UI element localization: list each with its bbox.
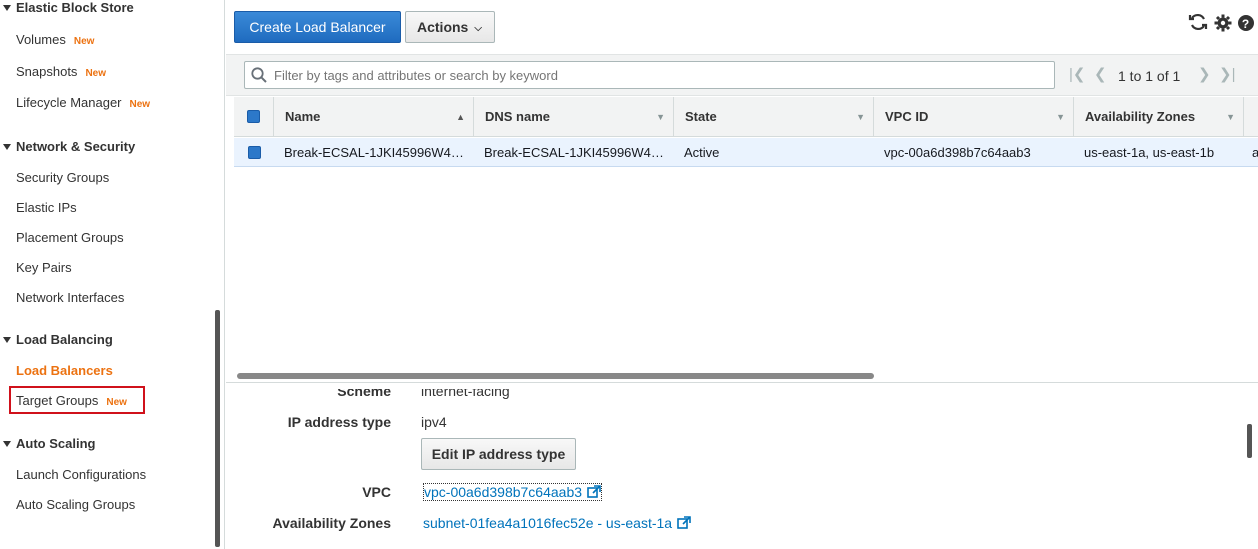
sidebar-item-auto-scaling-groups[interactable]: Auto Scaling Groups — [16, 497, 135, 512]
refresh-icon[interactable] — [1188, 12, 1208, 37]
new-badge: New — [106, 397, 127, 408]
caret-down-icon — [3, 5, 11, 12]
next-page-icon[interactable]: ❯ — [1198, 65, 1211, 83]
svg-text:?: ? — [1242, 17, 1250, 31]
create-load-balancer-button[interactable]: Create Load Balancer — [234, 11, 401, 43]
caret-down-icon — [3, 144, 11, 151]
first-page-icon[interactable]: |❮ — [1069, 65, 1085, 83]
main-panel: Create Load Balancer Actions⌵ ? |❮ ❮ 1 t… — [226, 0, 1258, 549]
horizontal-scrollbar[interactable] — [234, 372, 1258, 380]
column-header-vpc[interactable]: VPC ID ▼ — [874, 97, 1074, 137]
sidebar-item-lifecycle-manager[interactable]: Lifecycle Manager New — [16, 95, 150, 110]
gear-icon[interactable] — [1214, 14, 1232, 37]
row-checkbox[interactable] — [248, 146, 261, 159]
external-link-icon — [587, 485, 601, 498]
select-all-checkbox[interactable] — [247, 110, 260, 123]
sidebar-item-snapshots[interactable]: Snapshots New — [16, 64, 106, 79]
prev-page-icon[interactable]: ❮ — [1094, 65, 1107, 83]
detail-scrollbar[interactable] — [1247, 424, 1252, 458]
sidebar: Elastic Block Store Volumes New Snapshots… — [0, 0, 225, 549]
section-load-balancing[interactable]: Load Balancing — [0, 332, 113, 347]
chevron-down-icon: ⌵ — [474, 23, 482, 34]
column-header-dns[interactable]: DNS name ▼ — [474, 97, 674, 137]
edit-ip-type-button[interactable]: Edit IP address type — [421, 438, 576, 470]
cell-state: Active — [684, 145, 720, 160]
new-badge: New — [73, 36, 95, 47]
new-badge: New — [85, 68, 106, 79]
actions-button[interactable]: Actions ⌵ — [405, 11, 495, 43]
cell-vpc: vpc-00a6d398b7c64aab3 — [884, 145, 1031, 160]
column-header-azs[interactable]: Availability Zones ▼ — [1074, 97, 1244, 137]
search-input[interactable] — [244, 61, 1055, 89]
cell-name: Break-ECSAL-1JKI45996W4… — [284, 145, 464, 160]
section-elastic-block-store[interactable]: Elastic Block Store — [0, 0, 134, 15]
new-badge: New — [129, 99, 151, 110]
cell-extra: a — [1252, 145, 1258, 160]
table-row[interactable]: Break-ECSAL-1JKI45996W4… Break-ECSAL-1JK… — [234, 138, 1258, 167]
sidebar-item-launch-configurations[interactable]: Launch Configurations — [16, 467, 146, 482]
sidebar-item-key-pairs[interactable]: Key Pairs — [16, 260, 72, 275]
help-icon[interactable]: ? — [1238, 14, 1254, 37]
cell-azs: us-east-1a, us-east-1b — [1084, 145, 1215, 160]
az-label: Availability Zones — [272, 515, 391, 531]
az-link[interactable]: subnet-01fea4a1016fec52e - us-east-1a — [423, 515, 691, 531]
sidebar-item-security-groups[interactable]: Security Groups — [16, 170, 109, 185]
table-header: Name ▲ DNS name ▼ State ▼ VPC ID ▼ Availabil… — [234, 97, 1258, 137]
sort-icon: ▼ — [656, 112, 665, 122]
filter-bar: |❮ ❮ 1 to 1 of 1 ❯ ❯| — [226, 54, 1258, 96]
sidebar-item-network-interfaces[interactable]: Network Interfaces — [16, 290, 124, 305]
column-header-state[interactable]: State ▼ — [674, 97, 874, 137]
sort-icon: ▼ — [1056, 112, 1065, 122]
detail-clip — [226, 383, 1258, 389]
sidebar-item-placement-groups[interactable]: Placement Groups — [16, 230, 124, 245]
sort-icon: ▼ — [856, 112, 865, 122]
cell-dns: Break-ECSAL-1JKI45996W4… — [484, 145, 664, 160]
last-page-icon[interactable]: ❯| — [1219, 65, 1235, 83]
column-header-name[interactable]: Name ▲ — [274, 97, 474, 137]
sidebar-scrollbar[interactable] — [215, 310, 220, 547]
sidebar-item-elastic-ips[interactable]: Elastic IPs — [16, 200, 77, 215]
caret-down-icon — [3, 337, 11, 344]
search-icon — [251, 67, 267, 83]
external-link-icon — [677, 516, 691, 529]
sort-asc-icon: ▲ — [456, 112, 465, 122]
ip-type-label: IP address type — [287, 414, 391, 430]
caret-down-icon — [3, 441, 11, 448]
pager-text: 1 to 1 of 1 — [1118, 68, 1181, 84]
top-icons: ? — [1188, 12, 1254, 37]
select-all-cell — [234, 97, 274, 137]
vpc-label: VPC — [362, 484, 391, 500]
section-network-security[interactable]: Network & Security — [0, 139, 135, 154]
sidebar-item-load-balancers[interactable]: Load Balancers — [16, 363, 113, 378]
vpc-link[interactable]: vpc-00a6d398b7c64aab3 — [422, 483, 603, 501]
sidebar-item-volumes[interactable]: Volumes New — [16, 32, 94, 47]
section-auto-scaling[interactable]: Auto Scaling — [0, 436, 95, 451]
sort-icon: ▼ — [1226, 112, 1235, 122]
horizontal-scroll-thumb[interactable] — [237, 373, 874, 379]
ip-type-value: ipv4 — [421, 414, 447, 430]
sidebar-item-target-groups[interactable]: Target Groups New — [16, 393, 127, 408]
